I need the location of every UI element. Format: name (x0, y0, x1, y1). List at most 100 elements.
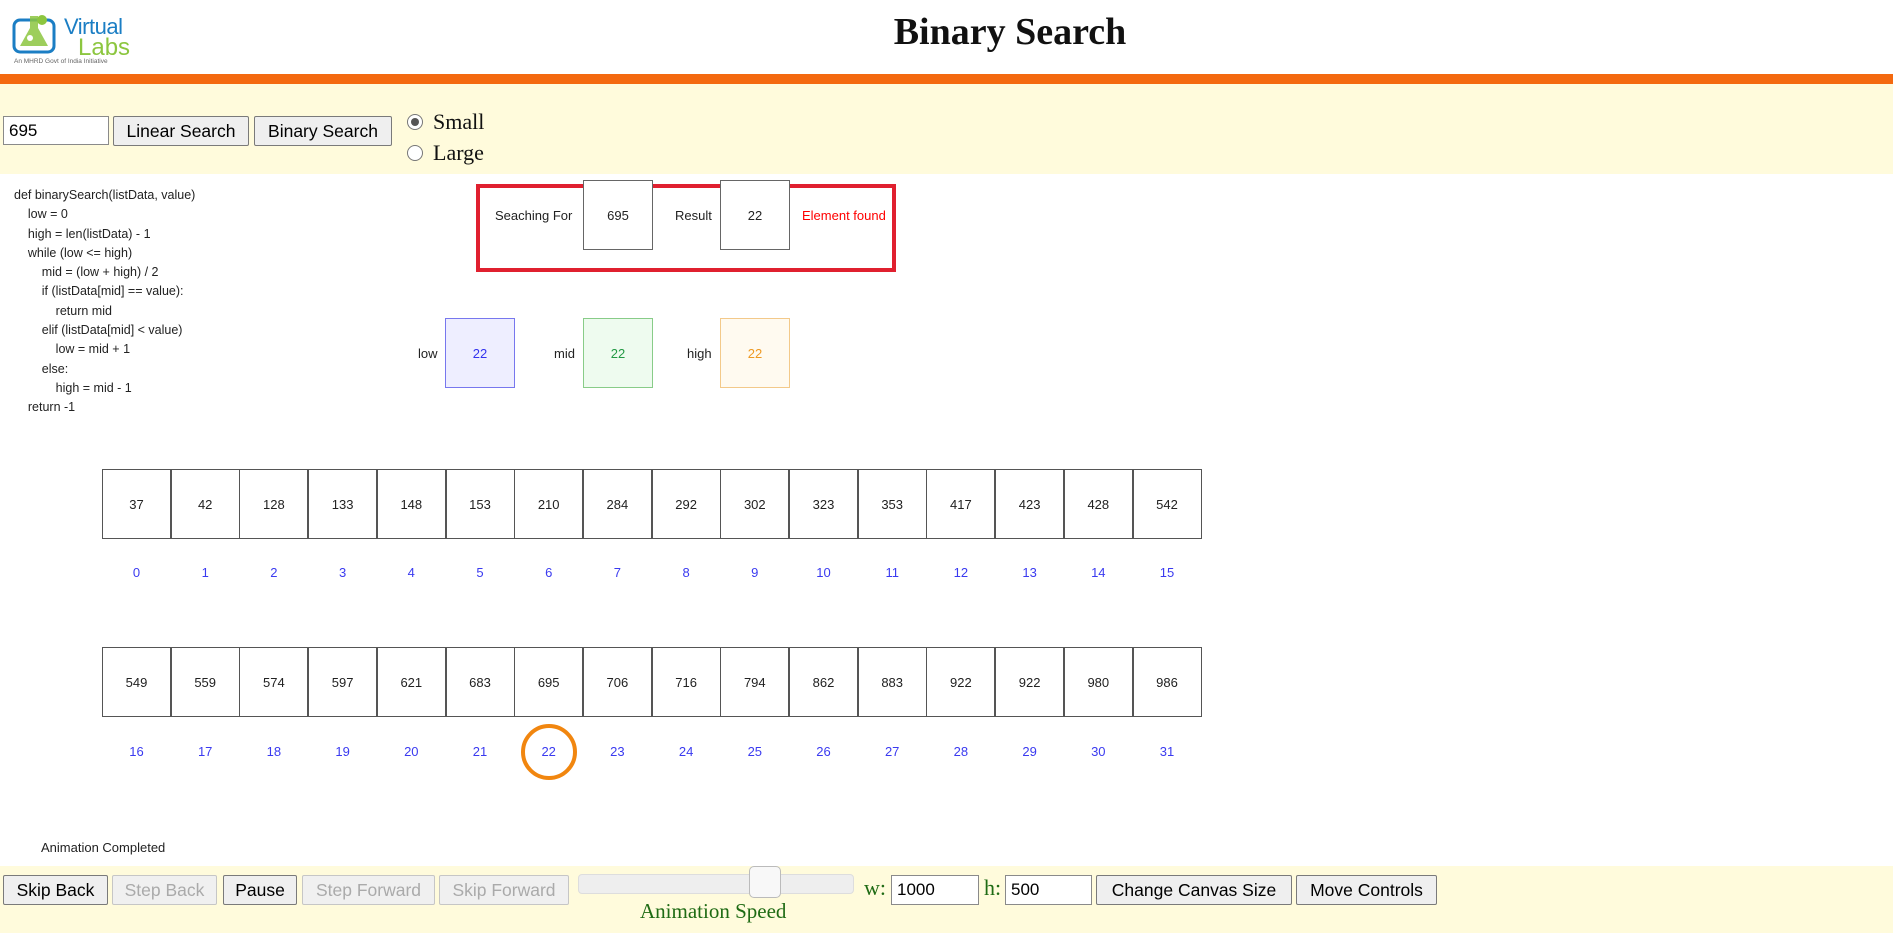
array-index-label: 26 (816, 744, 831, 759)
array-cell: 597 (308, 647, 378, 717)
array-cell: 695 (514, 647, 584, 717)
array-index-label: 1 (201, 565, 209, 580)
array-index-label: 30 (1091, 744, 1106, 759)
page-header: Virtual Labs An MHRD Govt of India Initi… (0, 0, 1893, 74)
array-cell: 148 (376, 469, 446, 539)
logo-tagline: An MHRD Govt of India Initiative (14, 58, 108, 65)
skip-forward-button[interactable]: Skip Forward (439, 875, 569, 905)
page-title: Binary Search (893, 11, 1127, 53)
code-line: high = len(listData) - 1 (14, 226, 151, 241)
searching-for-label: Seaching For (495, 208, 573, 223)
step-forward-button[interactable]: Step Forward (302, 875, 435, 905)
element-found-message: Element found (802, 208, 886, 223)
array-index-label: 23 (610, 744, 625, 759)
array-cell: 128 (239, 469, 309, 539)
array-cell: 323 (789, 469, 858, 539)
array-index-label: 19 (335, 744, 350, 759)
found-index-highlight (520, 724, 577, 780)
array-index-label: 8 (682, 565, 690, 580)
code-line: else: (14, 361, 69, 376)
animation-speed-slider[interactable] (578, 874, 854, 894)
high-label: high (687, 346, 712, 361)
array-cell: 683 (445, 647, 515, 717)
canvas-height-input[interactable] (1005, 875, 1092, 905)
high-pointer-value: 22 (720, 318, 790, 388)
array-cell: 428 (1063, 469, 1133, 539)
array-index-label: 5 (476, 565, 484, 580)
code-line: def binarySearch(listData, value) (14, 188, 196, 202)
pause-button[interactable]: Pause (223, 875, 297, 905)
array-cell: 549 (102, 647, 171, 717)
array-index-label: 6 (545, 565, 553, 580)
array-cell: 621 (376, 647, 446, 717)
array-index-label: 24 (678, 744, 694, 759)
radio-small-label[interactable]: Small (433, 109, 484, 135)
mid-label: mid (554, 346, 575, 361)
skip-back-button[interactable]: Skip Back (3, 875, 108, 905)
array-index-label: 3 (338, 565, 347, 580)
radio-large[interactable] (407, 145, 423, 161)
search-value-input[interactable] (3, 116, 109, 145)
code-line: return mid (14, 303, 112, 318)
array-index-label: 18 (266, 744, 282, 759)
array-cell: 133 (308, 469, 378, 539)
array-index-label: 27 (884, 744, 900, 759)
array-cell: 574 (239, 647, 309, 717)
array-index-label: 14 (1091, 565, 1106, 580)
result-label: Result (675, 208, 712, 223)
height-label: h: (984, 875, 1002, 900)
array-index-label: 17 (197, 744, 213, 759)
array-cell: 417 (926, 469, 996, 539)
array-cell: 284 (582, 469, 652, 539)
pseudocode-listing: def binarySearch(listData, value) low = … (14, 186, 195, 418)
array-cell: 922 (926, 647, 996, 717)
array-cell: 42 (170, 469, 240, 539)
array-cell: 302 (720, 469, 790, 539)
linear-search-button[interactable]: Linear Search (113, 116, 249, 146)
header-divider (0, 74, 1893, 84)
array-cell: 706 (582, 647, 652, 717)
array-index-label: 28 (953, 744, 969, 759)
step-back-button[interactable]: Step Back (112, 875, 217, 905)
binary-search-button[interactable]: Binary Search (254, 116, 392, 146)
searching-for-value: 695 (583, 180, 653, 250)
array-index-label: 31 (1159, 744, 1175, 759)
array-cell: 423 (995, 469, 1065, 539)
array-index-label: 7 (613, 565, 621, 580)
top-controls-bar: Linear Search Binary Search Small Large (0, 84, 1893, 174)
code-line: while (low <= high) (14, 245, 133, 260)
array-cell: 986 (1132, 647, 1202, 717)
array-cell: 862 (789, 647, 858, 717)
array-cell: 542 (1132, 469, 1202, 539)
array-cell: 922 (995, 647, 1065, 717)
change-canvas-size-button[interactable]: Change Canvas Size (1096, 875, 1292, 905)
array-cell: 292 (651, 469, 721, 539)
array-cell: 210 (514, 469, 584, 539)
radio-large-label[interactable]: Large (433, 140, 484, 166)
array-index-label: 15 (1159, 565, 1175, 580)
animation-speed-slider-thumb[interactable] (748, 866, 781, 898)
array-index-label: 2 (270, 565, 278, 580)
move-controls-button[interactable]: Move Controls (1296, 875, 1437, 905)
array-index-label: 29 (1022, 744, 1037, 759)
animation-status: Animation Completed (41, 840, 166, 855)
array-index-label: 11 (885, 565, 899, 580)
array-index-label: 10 (816, 565, 831, 580)
radio-small[interactable] (407, 114, 423, 130)
array-cell: 883 (857, 647, 927, 717)
code-line: low = mid + 1 (14, 342, 131, 357)
low-pointer-value: 22 (445, 318, 515, 388)
code-line: if (listData[mid] == value): (14, 284, 184, 299)
array-index-label: 16 (129, 744, 144, 759)
array-cell: 794 (720, 647, 790, 717)
code-line: elif (listData[mid] < value) (14, 323, 183, 338)
array-index-label: 12 (953, 565, 969, 580)
code-line: high = mid - 1 (14, 380, 132, 395)
array-cell: 153 (445, 469, 515, 539)
array-cell: 37 (102, 469, 171, 539)
array-cell: 716 (651, 647, 721, 717)
array-index-label: 4 (407, 565, 415, 580)
canvas-width-input[interactable] (891, 875, 979, 905)
array-index-label: 25 (747, 744, 763, 759)
array-index-label: 20 (404, 744, 419, 759)
